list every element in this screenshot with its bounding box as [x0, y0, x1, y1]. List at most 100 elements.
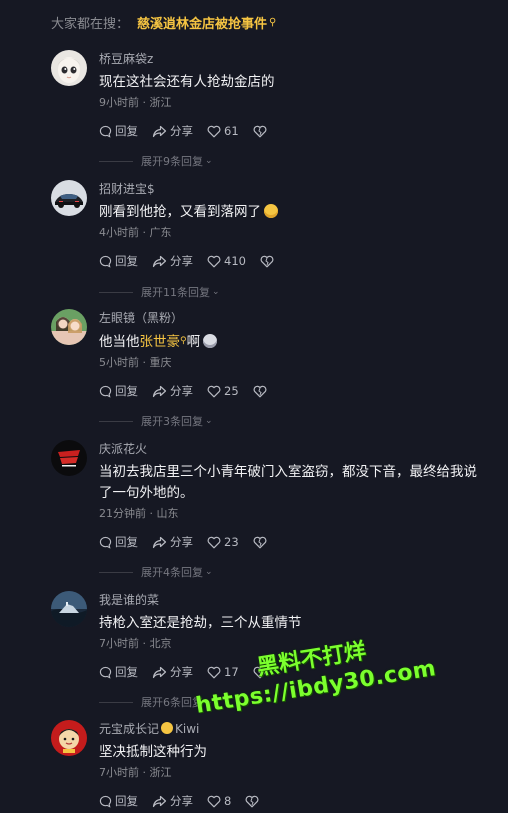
- dislike-button[interactable]: [245, 795, 262, 808]
- share-button[interactable]: 分享: [152, 123, 193, 139]
- avatar[interactable]: [51, 180, 87, 216]
- username-text: 元宝成长记: [99, 722, 160, 736]
- dislike-button[interactable]: [253, 385, 270, 398]
- reply-label: 回复: [115, 665, 138, 679]
- comment-actions: 回复 分享 23: [99, 534, 478, 550]
- divider-line: [99, 420, 133, 422]
- avatar[interactable]: [51, 591, 87, 627]
- comment-meta: 9小时前 · 浙江: [99, 96, 172, 109]
- search-prefix-label: 大家都在搜：: [51, 16, 130, 32]
- comment-actions: 回复 分享 410: [99, 253, 478, 269]
- like-button[interactable]: 61: [207, 124, 239, 138]
- reply-button[interactable]: 回复: [99, 534, 138, 550]
- comment-text: 当初去我店里三个小青年破门入室盗窃，都没下音，最终给我说了一句外地的。: [99, 464, 477, 501]
- comment-text: 现在这社会还有人抢劫金店的: [99, 74, 275, 90]
- comment-text: 刚看到他抢，又看到落网了: [99, 202, 478, 223]
- heart-icon: [207, 536, 221, 548]
- reply-label: 回复: [115, 254, 138, 268]
- like-count: 8: [224, 794, 232, 808]
- reply-icon: [99, 795, 112, 808]
- share-icon: [152, 255, 167, 267]
- like-button[interactable]: 25: [207, 384, 239, 398]
- search-keyword-link[interactable]: 张世豪: [140, 334, 181, 350]
- share-icon: [152, 536, 167, 548]
- broken-heart-icon: [245, 795, 259, 807]
- comment-username[interactable]: 元宝成长记 Kiwi: [99, 720, 478, 738]
- comment-meta: 21分钟前 · 山东: [99, 507, 179, 520]
- share-icon: [152, 795, 167, 807]
- expand-replies-label: 展开3条回复: [141, 415, 203, 428]
- share-icon: [152, 666, 167, 678]
- reply-icon: [99, 255, 112, 268]
- comment-username[interactable]: 桥豆麻袋z: [99, 50, 478, 68]
- comment-actions: 回复 分享 8: [99, 793, 478, 809]
- share-label: 分享: [170, 794, 193, 808]
- expand-replies-button[interactable]: 展开11条回复 ⌄: [99, 284, 220, 300]
- share-button[interactable]: 分享: [152, 534, 193, 550]
- share-button[interactable]: 分享: [152, 383, 193, 399]
- share-label: 分享: [170, 124, 193, 138]
- reply-label: 回复: [115, 384, 138, 398]
- divider-line: [99, 701, 133, 703]
- avatar[interactable]: [51, 309, 87, 345]
- dislike-button[interactable]: [253, 536, 270, 549]
- reply-button[interactable]: 回复: [99, 253, 138, 269]
- like-count: 17: [224, 665, 239, 679]
- search-suggestion-bar[interactable]: 大家都在搜： 慈溪逍林金店被抢事件 ⚲: [51, 12, 276, 32]
- broken-heart-icon: [253, 666, 267, 678]
- reply-button[interactable]: 回复: [99, 793, 138, 809]
- chevron-down-icon: ⌄: [205, 567, 213, 577]
- reply-button[interactable]: 回复: [99, 383, 138, 399]
- share-label: 分享: [170, 384, 193, 398]
- dislike-button[interactable]: [260, 255, 277, 268]
- broken-heart-icon: [253, 125, 267, 137]
- reply-label: 回复: [115, 124, 138, 138]
- comment-username[interactable]: 庆派花火: [99, 440, 478, 458]
- like-count: 61: [224, 124, 239, 138]
- broken-heart-icon: [253, 385, 267, 397]
- comment-username[interactable]: 我是谁的菜: [99, 591, 478, 609]
- expand-replies-button[interactable]: 展开9条回复 ⌄: [99, 153, 213, 169]
- expand-replies-button[interactable]: 展开3条回复 ⌄: [99, 413, 213, 429]
- comment-meta: 5小时前 · 重庆: [99, 356, 172, 369]
- comment-actions: 回复 分享 25: [99, 383, 478, 399]
- reply-icon: [99, 385, 112, 398]
- reply-icon: [99, 536, 112, 549]
- like-button[interactable]: 17: [207, 665, 239, 679]
- dog-emoji-icon: [203, 334, 218, 348]
- comment-text-content: 刚看到他抢，又看到落网了: [99, 204, 261, 220]
- divider-line: [99, 291, 133, 293]
- heart-icon: [207, 666, 221, 678]
- comment-username[interactable]: 招财进宝$: [99, 180, 478, 198]
- dislike-button[interactable]: [253, 666, 270, 679]
- like-button[interactable]: 23: [207, 535, 239, 549]
- username-suffix: Kiwi: [175, 722, 200, 736]
- search-suggestion-link[interactable]: 慈溪逍林金店被抢事件: [137, 13, 267, 32]
- expand-replies-button[interactable]: 展开6条回复 ⌄: [99, 694, 213, 710]
- expand-replies-button[interactable]: 展开4条回复 ⌄: [99, 564, 213, 580]
- search-icon: ⚲: [269, 16, 277, 28]
- chevron-down-icon: ⌄: [205, 416, 213, 426]
- expand-replies-label: 展开4条回复: [141, 566, 203, 579]
- expand-replies-label: 展开11条回复: [141, 286, 210, 299]
- reply-button[interactable]: 回复: [99, 123, 138, 139]
- dislike-button[interactable]: [253, 125, 270, 138]
- comment-actions: 回复 分享 61: [99, 123, 478, 139]
- avatar[interactable]: [51, 720, 87, 756]
- avatar[interactable]: [51, 50, 87, 86]
- like-count: 410: [224, 254, 246, 268]
- comment-text: 他当他张世豪⚲啊: [99, 331, 478, 353]
- comment-text-prefix: 他当他: [99, 334, 140, 350]
- share-button[interactable]: 分享: [152, 664, 193, 680]
- share-icon: [152, 385, 167, 397]
- share-button[interactable]: 分享: [152, 793, 193, 809]
- comment-actions: 回复 分享 17: [99, 664, 478, 680]
- share-button[interactable]: 分享: [152, 253, 193, 269]
- reply-button[interactable]: 回复: [99, 664, 138, 680]
- like-button[interactable]: 410: [207, 254, 246, 268]
- avatar[interactable]: [51, 440, 87, 476]
- comment-username[interactable]: 左眼镜（黑粉）: [99, 309, 478, 327]
- broken-heart-icon: [260, 255, 274, 267]
- expand-replies-label: 展开9条回复: [141, 155, 203, 168]
- like-button[interactable]: 8: [207, 794, 231, 808]
